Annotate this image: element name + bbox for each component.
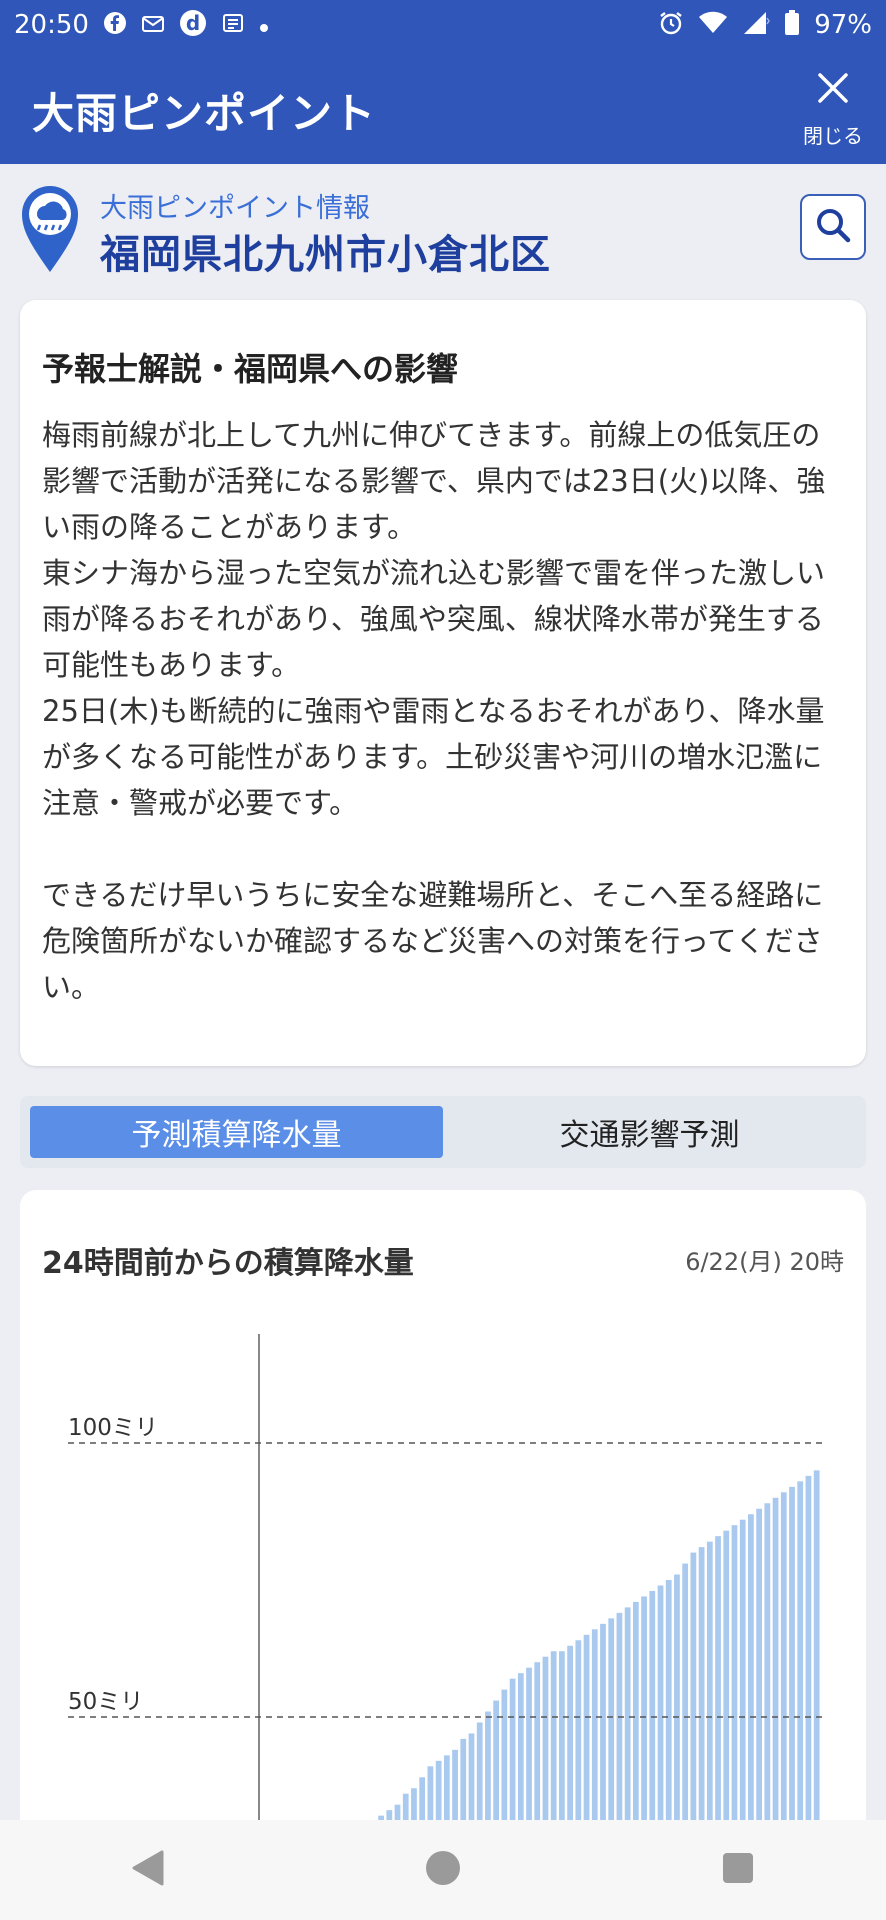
chart-bar (789, 1486, 795, 1830)
dot-icon (259, 13, 269, 37)
chart-bar (748, 1514, 754, 1830)
chart-bar (624, 1607, 631, 1830)
chart-bar (550, 1651, 557, 1830)
chart-bar (567, 1645, 573, 1830)
chart-bar (468, 1733, 475, 1830)
chart-bar (813, 1470, 820, 1830)
chart-bar (682, 1563, 689, 1830)
chart-bar (706, 1541, 713, 1830)
close-button[interactable]: 閉じる (798, 68, 868, 148)
app-bar: 大雨ピンポイント 閉じる (0, 50, 886, 164)
navigation-bar (0, 1820, 886, 1920)
chart-bar (616, 1612, 623, 1830)
chart-reference-label: 100ミリ (68, 1415, 158, 1441)
commentary-card: 予報士解説・福岡県への影響 梅雨前線が北上して九州に伸びてきます。前線上の低気圧… (20, 300, 866, 1066)
chart-bar (534, 1662, 541, 1830)
status-time: 20:50 (14, 10, 89, 40)
chart-bar (698, 1547, 705, 1830)
chart-bar (575, 1640, 582, 1830)
back-icon (130, 1848, 166, 1892)
commentary-paragraph-3: 25日(木)も断続的に強雨や雷雨となるおそれがあり、降水量が多くなる可能性があり… (42, 694, 825, 820)
chart-bar (723, 1530, 730, 1830)
chart-bar (632, 1601, 639, 1830)
chart-bar (583, 1634, 590, 1830)
d-icon: d (179, 9, 207, 41)
commentary-heading: 予報士解説・福岡県への影響 (42, 350, 459, 388)
chart-bar (591, 1629, 598, 1830)
home-icon (423, 1848, 463, 1892)
chart-bar (542, 1656, 549, 1830)
tab-bar: 予測積算降水量 交通影響予測 (20, 1096, 866, 1168)
chart-bar (657, 1585, 664, 1830)
svg-text:d: d (186, 11, 200, 35)
tab-forecast-precipitation[interactable]: 予測積算降水量 (30, 1106, 443, 1158)
recents-icon (720, 1850, 756, 1890)
chart-bar (476, 1722, 483, 1830)
chart-bar (805, 1475, 812, 1830)
chart-bar (452, 1749, 458, 1830)
chart-bar (797, 1481, 804, 1830)
chart-bar (501, 1689, 508, 1830)
chart-bar (641, 1596, 647, 1830)
chart-bar (739, 1519, 746, 1830)
news-icon (221, 11, 245, 39)
signal-icon (742, 10, 771, 40)
location-header: 大雨ピンポイント情報 福岡県北九州市小倉北区 (0, 164, 886, 294)
commentary-paragraph-2: 東シナ海から湿った空気が流れ込む影響で雷を伴った激しい雨が降るおそれがあり、強風… (42, 556, 826, 682)
mail-icon (141, 12, 165, 38)
wifi-icon (698, 11, 728, 39)
chart-bar (559, 1651, 565, 1830)
chart-bar (517, 1673, 524, 1830)
close-label: 閉じる (803, 124, 863, 148)
battery-icon (784, 10, 800, 40)
back-button[interactable] (108, 1830, 188, 1910)
chart-reference-label: 50ミリ (68, 1689, 143, 1715)
chart-bar (756, 1508, 762, 1830)
chart-title: 24時間前からの積算降水量 (42, 1246, 414, 1281)
close-icon (815, 68, 851, 116)
chart-card: 100ミリ 50ミリ 24時間前からの積算降水量 6/22(月) 20時 (20, 1190, 866, 1830)
chart-bar (460, 1738, 467, 1830)
commentary-paragraph-4: できるだけ早いうちに安全な避難場所と、そこへ至る経路に危険箇所がないか確認するな… (42, 878, 824, 1004)
location-subtitle: 大雨ピンポイント情報 (100, 193, 370, 224)
chart-timestamp: 6/22(月) 20時 (685, 1248, 844, 1276)
recents-button[interactable] (698, 1830, 778, 1910)
chart-bar (780, 1492, 787, 1830)
chart-bar (443, 1755, 450, 1830)
page-title: 大雨ピンポイント (32, 89, 377, 138)
battery-percent: 97% (814, 10, 872, 40)
home-button[interactable] (403, 1830, 483, 1910)
chart-bar (764, 1503, 771, 1830)
alarm-icon (658, 10, 684, 40)
chart-bar (526, 1667, 532, 1830)
search-icon (813, 205, 853, 249)
chart-bar (772, 1497, 779, 1830)
chart-bar (674, 1574, 680, 1830)
chart-bar (649, 1590, 656, 1830)
chart-bar (715, 1536, 721, 1830)
rain-pin-icon (20, 184, 80, 274)
location-name: 福岡県北九州市小倉北区 (100, 232, 551, 278)
status-bar: 20:50 d 97% (0, 0, 886, 50)
chart-bar (665, 1580, 672, 1830)
chart-bar (608, 1618, 615, 1830)
chart-bar (509, 1678, 516, 1830)
chart-bar (690, 1552, 697, 1830)
chart-bar (600, 1623, 606, 1830)
chart-bar (731, 1525, 738, 1830)
chart-bar (493, 1700, 500, 1830)
commentary-paragraph-1: 梅雨前線が北上して九州に伸びてきます。前線上の低気圧の影響で活動が活発になる影響… (42, 418, 826, 544)
search-button[interactable] (800, 194, 866, 260)
facebook-icon (103, 11, 127, 39)
tab-traffic-impact[interactable]: 交通影響予測 (443, 1106, 856, 1158)
chart-bar (485, 1711, 491, 1830)
precipitation-chart: 100ミリ 50ミリ (68, 1334, 825, 1830)
